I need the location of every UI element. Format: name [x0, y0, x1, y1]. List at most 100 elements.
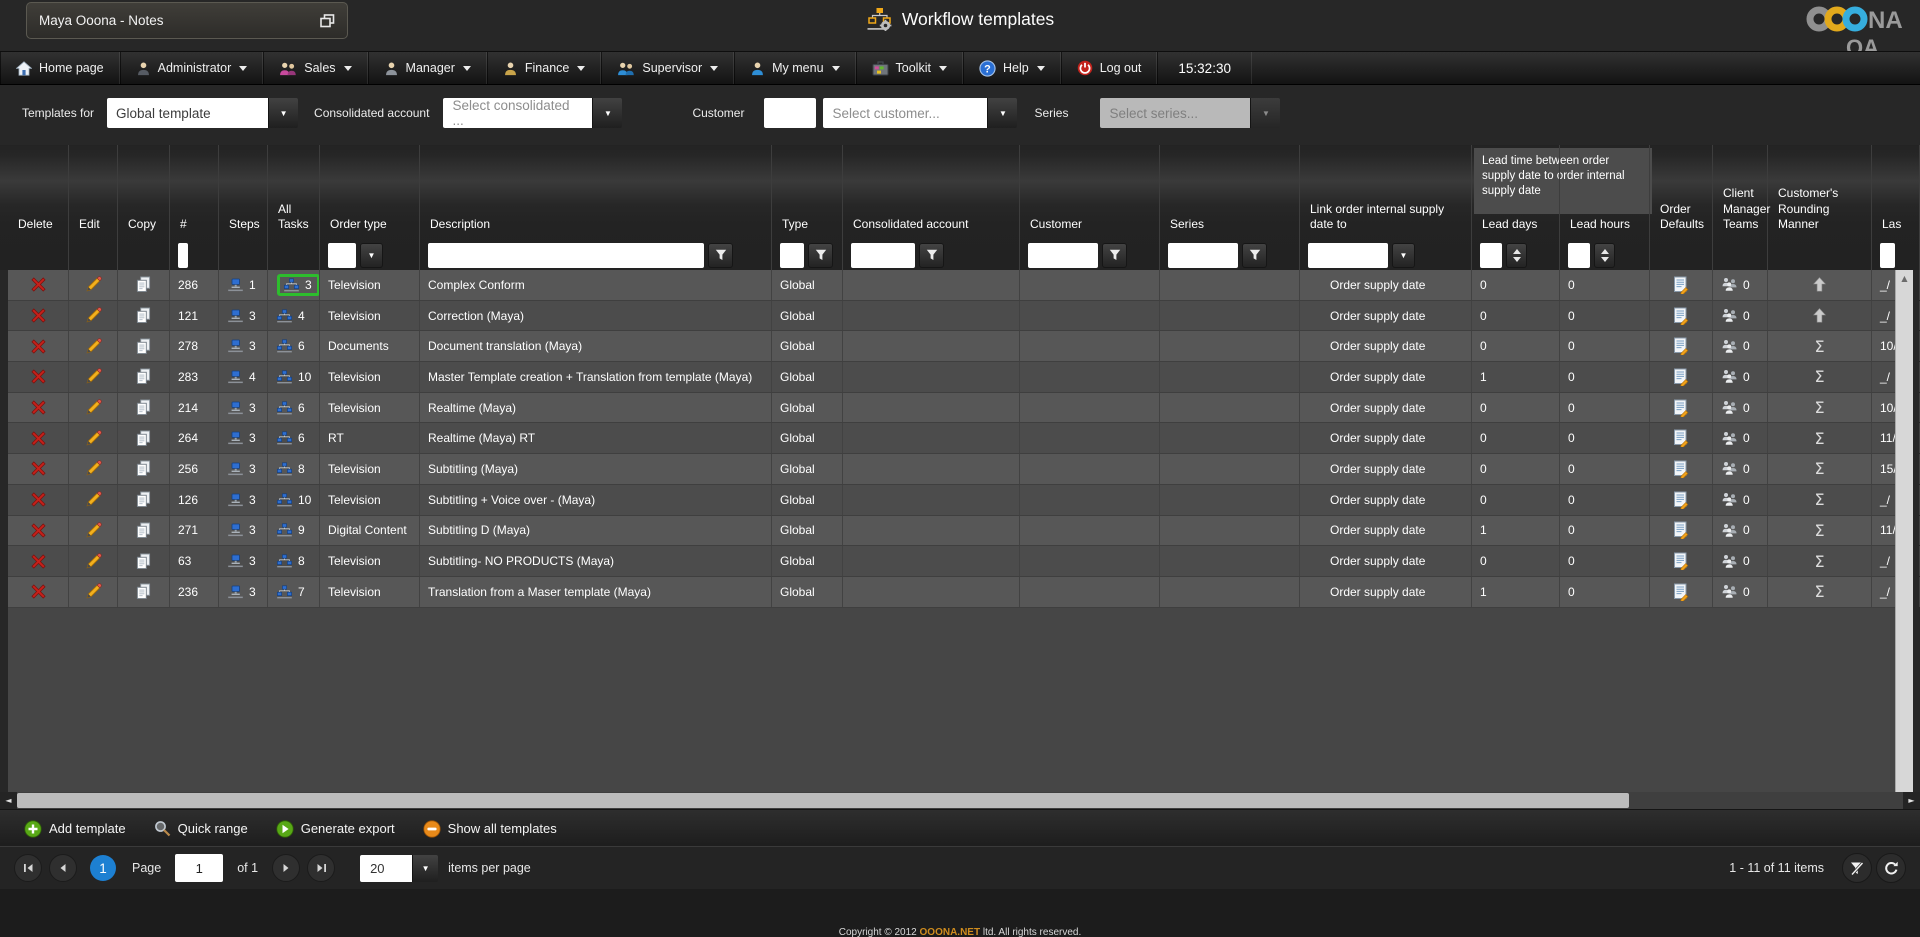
- nav-item-help[interactable]: ?Help: [963, 52, 1061, 84]
- column-header-label[interactable]: Lead days: [1472, 145, 1559, 240]
- steps-link[interactable]: 3: [227, 523, 256, 537]
- steps-link[interactable]: 1: [227, 278, 256, 292]
- consacct-filter-button[interactable]: [919, 243, 944, 268]
- column-header-label[interactable]: All Tasks: [268, 145, 319, 240]
- nav-item-home-page[interactable]: Home page: [0, 52, 120, 84]
- client-manager-teams-button[interactable]: 0: [1721, 554, 1750, 569]
- client-manager-teams-button[interactable]: 0: [1721, 308, 1750, 323]
- delete-row-button[interactable]: [31, 584, 46, 599]
- nav-item-my-menu[interactable]: My menu: [734, 52, 855, 84]
- window-tab[interactable]: Maya Ooona - Notes: [26, 2, 348, 39]
- column-header-label[interactable]: Description: [420, 145, 771, 240]
- nav-item-finance[interactable]: Finance: [487, 52, 601, 84]
- column-header-label[interactable]: Customer's Rounding Manner: [1768, 145, 1871, 240]
- client-manager-teams-button[interactable]: 0: [1721, 369, 1750, 384]
- customer-filter-input[interactable]: [1028, 243, 1098, 268]
- delete-row-button[interactable]: [31, 431, 46, 446]
- order-defaults-button[interactable]: [1673, 491, 1689, 509]
- column-header-label[interactable]: Consolidated account: [843, 145, 1019, 240]
- consacct-filter-input[interactable]: [851, 243, 915, 268]
- steps-link[interactable]: 3: [227, 431, 256, 445]
- copy-row-button[interactable]: [136, 430, 151, 447]
- all-tasks-link[interactable]: 10: [276, 370, 311, 384]
- clear-filters-button[interactable]: [1842, 853, 1872, 883]
- chevron-down-icon[interactable]: ▼: [1392, 243, 1415, 268]
- column-header-label[interactable]: Edit: [69, 145, 117, 240]
- scroll-right-arrow-icon[interactable]: ►: [1903, 792, 1920, 809]
- delete-row-button[interactable]: [31, 277, 46, 292]
- order-defaults-button[interactable]: [1673, 276, 1689, 294]
- all-tasks-link[interactable]: 4: [276, 309, 305, 323]
- all-tasks-link[interactable]: 6: [276, 431, 305, 445]
- generate-export-button[interactable]: Generate export: [266, 820, 405, 838]
- edit-row-button[interactable]: [85, 368, 102, 385]
- page-size-select[interactable]: 20 ▼: [360, 855, 438, 882]
- vertical-scrollbar[interactable]: ▲: [1895, 270, 1913, 792]
- steps-link[interactable]: 3: [227, 401, 256, 415]
- order-defaults-button[interactable]: [1673, 337, 1689, 355]
- copy-row-button[interactable]: [136, 338, 151, 355]
- all-tasks-link[interactable]: 7: [276, 585, 305, 599]
- nav-item-log-out[interactable]: Log out: [1061, 52, 1158, 84]
- desc-filter-input[interactable]: [428, 243, 704, 268]
- order-defaults-button[interactable]: [1673, 368, 1689, 386]
- num-filter-input[interactable]: [178, 243, 188, 268]
- last-page-button[interactable]: [307, 854, 335, 882]
- delete-row-button[interactable]: [31, 400, 46, 415]
- steps-link[interactable]: 3: [227, 339, 256, 353]
- steps-link[interactable]: 3: [227, 462, 256, 476]
- delete-row-button[interactable]: [31, 369, 46, 384]
- delete-row-button[interactable]: [31, 523, 46, 538]
- copy-row-button[interactable]: [136, 460, 151, 477]
- nav-item-administrator[interactable]: Administrator: [120, 52, 264, 84]
- all-tasks-link[interactable]: 6: [276, 339, 305, 353]
- nav-item-supervisor[interactable]: Supervisor: [601, 52, 734, 84]
- customer-select[interactable]: Select customer... ▼: [823, 98, 1017, 128]
- current-page-button[interactable]: 1: [90, 855, 116, 881]
- templates-for-select[interactable]: Global template ▼: [107, 98, 298, 128]
- order-defaults-button[interactable]: [1673, 521, 1689, 539]
- edit-row-button[interactable]: [85, 553, 102, 570]
- column-header-label[interactable]: Las: [1872, 145, 1919, 240]
- type-filter-input[interactable]: [780, 243, 804, 268]
- order-defaults-button[interactable]: [1673, 399, 1689, 417]
- edit-row-button[interactable]: [85, 276, 102, 293]
- order-defaults-button[interactable]: [1673, 583, 1689, 601]
- column-header-label[interactable]: Copy: [118, 145, 169, 240]
- ordertype-filter-select[interactable]: [328, 243, 356, 268]
- column-header-label[interactable]: Lead hours: [1560, 145, 1649, 240]
- scroll-left-arrow-icon[interactable]: ◄: [0, 792, 17, 809]
- column-header-label[interactable]: Client Manager Teams: [1713, 145, 1767, 240]
- column-header-label[interactable]: Link order internal supply date to: [1300, 145, 1471, 240]
- copy-row-button[interactable]: [136, 522, 151, 539]
- consolidated-account-select[interactable]: Select consolidated ... ▼: [443, 98, 622, 128]
- horizontal-scroll-track[interactable]: [1629, 792, 1903, 809]
- steps-link[interactable]: 3: [227, 554, 256, 568]
- edit-row-button[interactable]: [85, 338, 102, 355]
- edit-row-button[interactable]: [85, 460, 102, 477]
- scroll-up-arrow-icon[interactable]: ▲: [1896, 270, 1913, 283]
- column-header-label[interactable]: Series: [1160, 145, 1299, 240]
- client-manager-teams-button[interactable]: 0: [1721, 431, 1750, 446]
- column-header-label[interactable]: Order Defaults: [1650, 145, 1712, 240]
- leadhours-stepper[interactable]: [1594, 243, 1615, 268]
- column-header-label[interactable]: Type: [772, 145, 842, 240]
- delete-row-button[interactable]: [31, 461, 46, 476]
- order-defaults-button[interactable]: [1673, 552, 1689, 570]
- customer-filter-button[interactable]: [1102, 243, 1127, 268]
- all-tasks-link[interactable]: 8: [276, 462, 305, 476]
- series-filter-input[interactable]: [1168, 243, 1238, 268]
- refresh-button[interactable]: [1876, 853, 1906, 883]
- delete-row-button[interactable]: [31, 554, 46, 569]
- copy-row-button[interactable]: [136, 368, 151, 385]
- edit-row-button[interactable]: [85, 522, 102, 539]
- copy-row-button[interactable]: [136, 491, 151, 508]
- order-defaults-button[interactable]: [1673, 460, 1689, 478]
- type-filter-button[interactable]: [808, 243, 833, 268]
- edit-row-button[interactable]: [85, 307, 102, 324]
- delete-row-button[interactable]: [31, 339, 46, 354]
- horizontal-scroll-thumb[interactable]: [17, 793, 1629, 808]
- last-filter-input[interactable]: [1880, 243, 1895, 268]
- all-tasks-link[interactable]: 6: [276, 401, 305, 415]
- chevron-down-icon[interactable]: ▼: [360, 243, 383, 268]
